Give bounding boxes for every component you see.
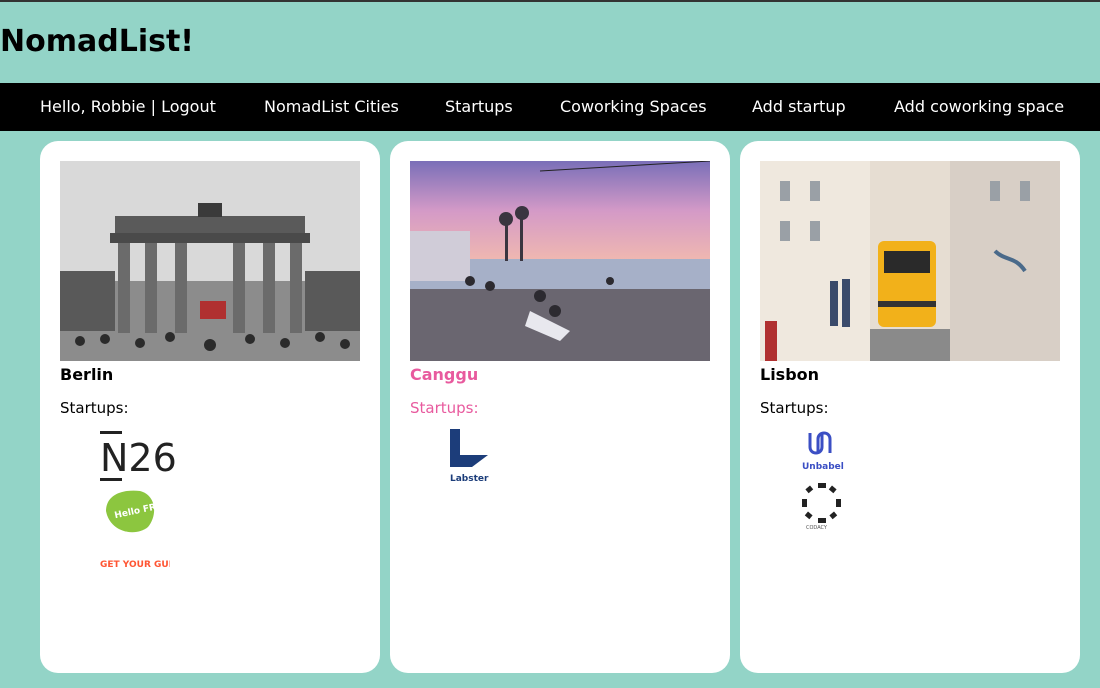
city-name[interactable]: Lisbon [760, 365, 1060, 387]
labster-logo[interactable]: Labster [450, 429, 494, 485]
startups-label: Startups: [410, 399, 479, 417]
startups-label: Startups: [60, 399, 129, 417]
svg-text:CODACY: CODACY [806, 525, 828, 531]
lisbon-photo[interactable] [760, 161, 1060, 361]
canggu-photo[interactable] [410, 161, 710, 361]
main-nav: Hello, Robbie | Logout NomadList Cities … [0, 83, 1100, 131]
startup-logos: N26 Hello FRESH GET YOUR GUIDE [100, 429, 360, 595]
n26-logo[interactable]: N26 [100, 429, 180, 483]
codacy-logo[interactable]: CODACY [800, 481, 850, 531]
getyourguide-logo[interactable]: GET YOUR GUIDE [100, 539, 170, 595]
svg-text:GET YOUR GUIDE: GET YOUR GUIDE [100, 560, 170, 570]
hellofresh-logo[interactable]: Hello FRESH [100, 487, 160, 535]
nav-coworking-spaces[interactable]: Coworking Spaces [560, 97, 707, 116]
svg-text:Unbabel: Unbabel [802, 462, 844, 472]
site-title: NomadList! [0, 24, 194, 59]
startups-label: Startups: [760, 399, 829, 417]
city-card-lisbon[interactable]: Lisbon Startups: Unbabel CODACY [740, 141, 1080, 673]
nav-add-coworking-space[interactable]: Add coworking space [894, 97, 1064, 116]
city-card-berlin[interactable]: Berlin Startups: N26 Hello FRESH GET YOU… [40, 141, 380, 673]
nav-user-logout[interactable]: Hello, Robbie | Logout [40, 97, 216, 116]
svg-text:Labster: Labster [450, 474, 489, 484]
unbabel-logo[interactable]: Unbabel [800, 429, 850, 477]
berlin-photo[interactable] [60, 161, 360, 361]
nav-add-startup[interactable]: Add startup [752, 97, 846, 116]
svg-text:N26: N26 [100, 436, 177, 480]
city-card-canggu[interactable]: Canggu Startups: Labster [390, 141, 730, 673]
startup-logos: Labster [450, 429, 710, 485]
city-name[interactable]: Canggu [410, 365, 710, 387]
nav-startups[interactable]: Startups [445, 97, 513, 116]
city-name[interactable]: Berlin [60, 365, 360, 387]
startup-logos: Unbabel CODACY [800, 429, 1060, 531]
nav-nomadlist-cities[interactable]: NomadList Cities [264, 97, 399, 116]
